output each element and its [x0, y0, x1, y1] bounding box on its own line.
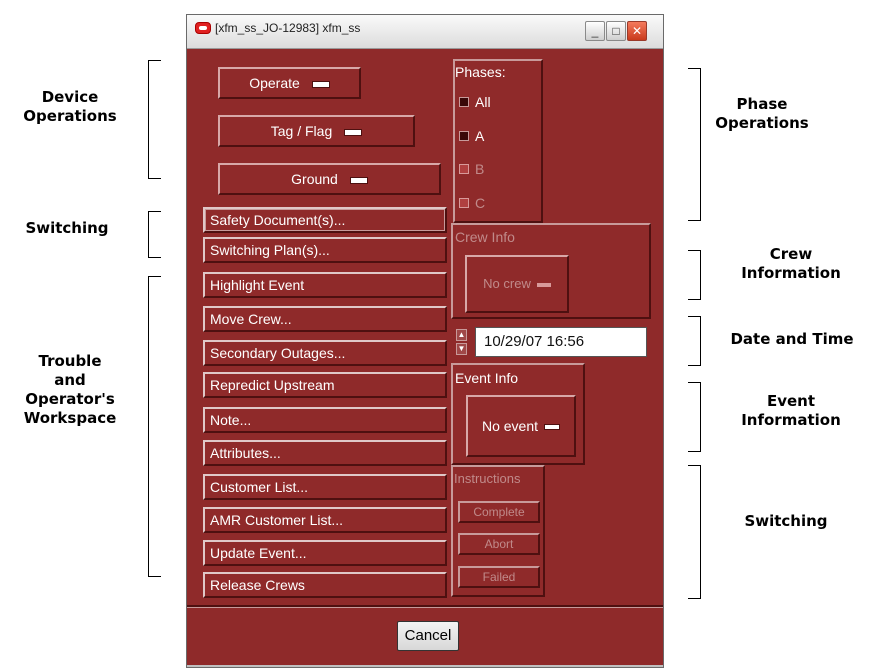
date-time-value: 10/29/07 16:56	[484, 333, 585, 350]
bracket-date-and-time	[688, 316, 701, 366]
release-crews-button[interactable]: Release Crews	[203, 572, 447, 598]
ground-label: Ground	[291, 171, 338, 187]
option-menu-indicator-icon	[536, 282, 551, 287]
annotation-line: Device	[41, 88, 99, 106]
annotation-phase-operations: Phase Operations	[712, 95, 812, 133]
bracket-switching-left	[148, 211, 161, 258]
amr-customer-list-button[interactable]: AMR Customer List...	[203, 507, 447, 533]
option-menu-indicator-icon	[544, 424, 561, 431]
instructions-label: Instructions	[454, 471, 521, 486]
bracket-device-operations	[148, 60, 161, 179]
complete-button[interactable]: Complete	[458, 501, 540, 523]
xfm-window: [xfm_ss_JO-12983] xfm_ss _ □ ✕ Operate T…	[186, 14, 664, 668]
repredict-upstream-button[interactable]: Repredict Upstream	[203, 372, 447, 398]
event-menu-button[interactable]: No event	[466, 395, 576, 457]
update-event-button[interactable]: Update Event...	[203, 540, 447, 566]
phase-c-label: C	[475, 195, 486, 211]
option-menu-indicator-icon	[349, 176, 368, 184]
annotation-event-information: Event Information	[726, 392, 856, 430]
customer-list-button[interactable]: Customer List...	[203, 474, 447, 500]
bracket-crew-information	[688, 250, 701, 300]
maximize-button[interactable]: □	[606, 21, 626, 41]
close-button[interactable]: ✕	[627, 21, 647, 41]
checkbox-icon	[459, 198, 469, 208]
annotation-date-and-time: Date and Time	[712, 330, 872, 349]
annotation-line: Phase	[736, 95, 788, 113]
annotation-switching-left: Switching	[0, 219, 134, 238]
no-crew-label: No crew	[483, 276, 531, 291]
annotation-line: Crew	[769, 245, 813, 263]
crew-menu-button[interactable]: No crew	[465, 255, 569, 313]
annotation-line: Workspace	[23, 409, 117, 427]
annotation-switching-right: Switching	[726, 512, 846, 531]
annotation-line: Switching	[744, 512, 828, 530]
abort-button[interactable]: Abort	[458, 533, 540, 555]
annotation-crew-information: Crew Information	[726, 245, 856, 283]
secondary-outages-button[interactable]: Secondary Outages...	[203, 340, 447, 366]
date-time-field[interactable]: 10/29/07 16:56	[475, 327, 647, 357]
highlight-event-button[interactable]: Highlight Event	[203, 272, 447, 298]
title-bar[interactable]: [xfm_ss_JO-12983] xfm_ss _ □ ✕	[187, 15, 663, 49]
move-crew-button[interactable]: Move Crew...	[203, 306, 447, 332]
phase-a-label: A	[475, 128, 485, 144]
bracket-phase-operations	[688, 68, 701, 221]
annotation-line: Operations	[23, 107, 117, 125]
minimize-button[interactable]: _	[585, 21, 605, 41]
window-bottom-edge	[187, 665, 663, 667]
annotation-line: Event	[766, 392, 816, 410]
phase-all-label: All	[475, 94, 491, 110]
phases-label: Phases:	[455, 64, 506, 80]
annotation-device-operations: Device Operations	[0, 88, 140, 126]
annotation-line: Information	[741, 411, 841, 429]
separator	[187, 605, 663, 608]
cancel-button[interactable]: Cancel	[397, 621, 459, 651]
bracket-event-information	[688, 382, 701, 452]
option-menu-indicator-icon	[344, 128, 363, 136]
spin-down-icon[interactable]: ▼	[456, 343, 467, 355]
annotation-line: Operations	[715, 114, 809, 132]
annotation-line: Operator's	[25, 390, 115, 408]
crew-info-label: Crew Info	[455, 229, 515, 245]
annotation-trouble-workspace: Trouble and Operator's Workspace	[0, 352, 140, 428]
bracket-trouble-workspace	[148, 276, 161, 577]
checkbox-icon	[459, 131, 469, 141]
phase-b-label: B	[475, 161, 485, 177]
operate-label: Operate	[249, 75, 300, 91]
checkbox-icon	[459, 164, 469, 174]
tag-flag-label: Tag / Flag	[270, 123, 333, 139]
annotation-line: Switching	[25, 219, 109, 237]
no-event-label: No event	[481, 418, 539, 434]
annotation-line: Information	[741, 264, 841, 282]
event-info-label: Event Info	[455, 370, 519, 386]
failed-button[interactable]: Failed	[458, 566, 540, 588]
operate-menu-button[interactable]: Operate	[218, 67, 361, 99]
window-title: [xfm_ss_JO-12983] xfm_ss	[215, 21, 361, 35]
app-icon	[195, 22, 211, 34]
attributes-button[interactable]: Attributes...	[203, 440, 447, 466]
note-button[interactable]: Note...	[203, 407, 447, 433]
option-menu-indicator-icon	[311, 80, 330, 88]
annotation-line: Date and Time	[730, 330, 854, 348]
bracket-switching-right	[688, 465, 701, 599]
checkbox-icon	[459, 97, 469, 107]
tag-flag-menu-button[interactable]: Tag / Flag	[218, 115, 415, 147]
annotation-line: and	[54, 371, 86, 389]
ground-menu-button[interactable]: Ground	[218, 163, 441, 195]
safety-documents-button[interactable]: Safety Document(s)...	[203, 207, 447, 233]
spin-up-icon[interactable]: ▲	[456, 329, 467, 341]
switching-plans-button[interactable]: Switching Plan(s)...	[203, 237, 447, 263]
annotation-line: Trouble	[38, 352, 102, 370]
